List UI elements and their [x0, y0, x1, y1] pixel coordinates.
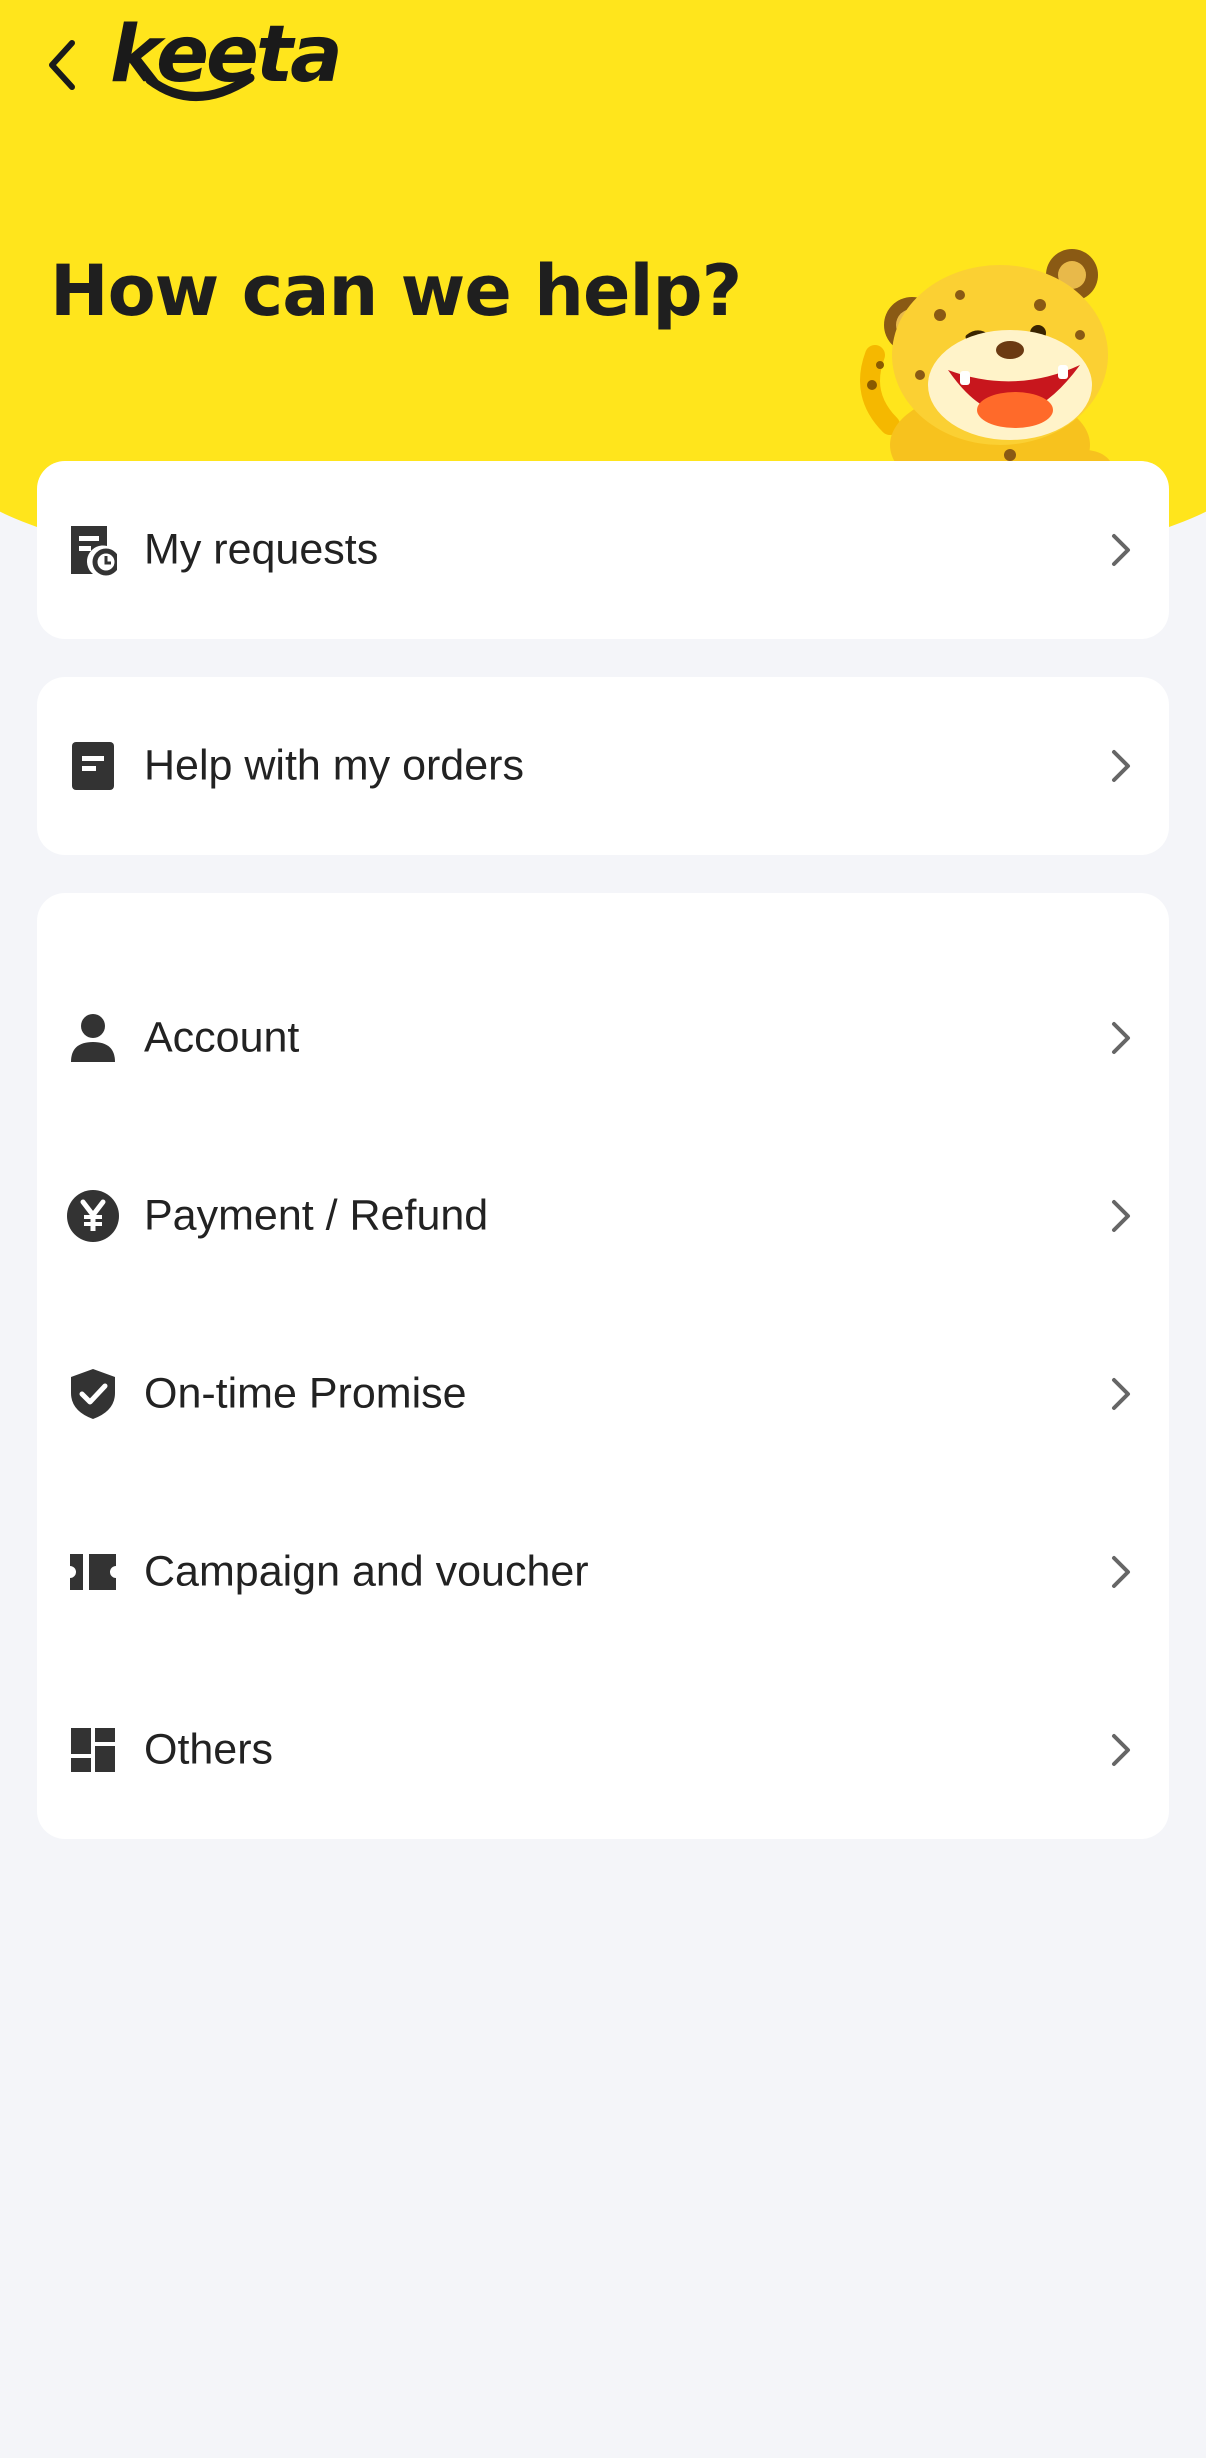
orders-help-card: Help with my orders [37, 677, 1169, 855]
logo-smile-icon [145, 73, 255, 101]
orders-help-label: Help with my orders [144, 741, 524, 790]
document-icon [65, 738, 121, 794]
yen-coin-icon [65, 1188, 121, 1244]
chevron-left-icon [49, 40, 75, 90]
topic-label: Account [144, 1013, 300, 1062]
help-center-page: keeta How can we help? My requests Help … [0, 0, 1206, 2458]
topic-row-account[interactable]: Account [37, 949, 1169, 1127]
leopard-mascot-illustration [860, 249, 1113, 495]
chevron-right-icon [1103, 1016, 1139, 1060]
back-button[interactable] [34, 30, 90, 100]
ticket-icon [65, 1544, 121, 1600]
top-bar: keeta [0, 0, 1206, 130]
orders-help-row[interactable]: Help with my orders [37, 677, 1169, 855]
chevron-right-icon [1103, 1372, 1139, 1416]
topic-row-campaign-voucher[interactable]: Campaign and voucher [37, 1483, 1169, 1661]
chevron-right-icon [1103, 1550, 1139, 1594]
receipt-clock-icon [65, 522, 121, 578]
topic-row-others[interactable]: Others [37, 1661, 1169, 1839]
shield-check-icon [65, 1366, 121, 1422]
my-requests-card: My requests [37, 461, 1169, 639]
grid-icon [65, 1722, 121, 1778]
topic-label: Others [144, 1725, 274, 1774]
my-requests-row[interactable]: My requests [37, 461, 1169, 639]
topic-row-on-time-promise[interactable]: On-time Promise [37, 1305, 1169, 1483]
chevron-right-icon [1103, 1728, 1139, 1772]
topics-card: Account Payment / Refund On-time Promise… [37, 893, 1169, 1839]
person-icon [65, 1010, 121, 1066]
my-requests-label: My requests [144, 525, 379, 574]
topic-row-payment-refund[interactable]: Payment / Refund [37, 1127, 1169, 1305]
topic-label: On-time Promise [144, 1369, 467, 1418]
page-title: How can we help? [50, 250, 742, 332]
topic-label: Campaign and voucher [144, 1547, 589, 1596]
chevron-right-icon [1103, 744, 1139, 788]
chevron-right-icon [1103, 528, 1139, 572]
chevron-right-icon [1103, 1194, 1139, 1238]
topic-label: Payment / Refund [144, 1191, 489, 1240]
